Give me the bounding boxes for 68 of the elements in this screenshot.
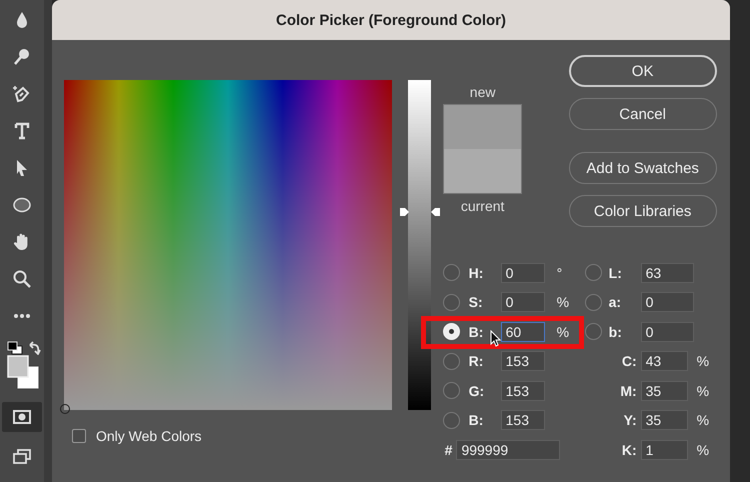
- number-field[interactable]: 0: [500, 292, 545, 312]
- picker-marker[interactable]: [60, 404, 70, 414]
- unit-label: %: [696, 442, 710, 458]
- field-label: Y:: [624, 412, 637, 428]
- unit-label: %: [696, 382, 710, 399]
- number-field[interactable]: 35: [640, 410, 688, 430]
- unit-label: %: [696, 353, 710, 370]
- field-label: M:: [620, 382, 637, 399]
- search-icon: [12, 269, 32, 289]
- number-field[interactable]: 0: [640, 322, 694, 342]
- number-field[interactable]: 0: [500, 262, 545, 283]
- default-colors-icon[interactable]: [7, 341, 25, 355]
- number-field[interactable]: 1: [640, 440, 688, 460]
- number-field[interactable]: 153: [500, 410, 545, 430]
- dialog-button[interactable]: Cancel: [568, 98, 717, 130]
- unit-label: °: [556, 264, 564, 281]
- current-label: current: [460, 198, 504, 214]
- field-label: B:: [468, 324, 484, 340]
- field-label: C:: [622, 353, 637, 370]
- number-field[interactable]: 153: [500, 351, 545, 372]
- color-swatches-icon[interactable]: [7, 355, 39, 389]
- radio-button[interactable]: [584, 323, 602, 340]
- number-field[interactable]: 63: [640, 262, 694, 283]
- slider-track[interactable]: [408, 80, 431, 410]
- pen-icon: [12, 84, 32, 104]
- quick-mask-icon: [12, 407, 32, 427]
- screen-mode-icon: [12, 447, 32, 467]
- field-label: G:: [468, 382, 484, 399]
- unit-label: %: [556, 294, 570, 310]
- ellipse-icon: [12, 195, 32, 215]
- hex-label: #: [444, 442, 452, 458]
- dialog-button[interactable]: OK: [568, 55, 717, 87]
- dodge-icon: [12, 47, 32, 67]
- radio-button[interactable]: [442, 412, 460, 429]
- number-field[interactable]: 43: [640, 351, 688, 372]
- field-label: L:: [608, 264, 622, 281]
- radio-button[interactable]: [442, 264, 460, 282]
- checkbox-label: Only Web Colors: [96, 428, 202, 444]
- type-icon: [12, 121, 32, 141]
- field-label: H:: [468, 264, 484, 281]
- radio-button[interactable]: [584, 294, 602, 311]
- mouse-cursor-icon: [490, 330, 502, 348]
- checkbox[interactable]: [72, 429, 86, 443]
- more-icon: [14, 314, 30, 318]
- field-label: b:: [608, 324, 622, 340]
- number-field[interactable]: 153: [500, 380, 545, 401]
- radio-button[interactable]: [442, 294, 460, 311]
- new-label: new: [470, 84, 496, 100]
- number-field[interactable]: 60: [500, 322, 545, 342]
- mode-button[interactable]: [2, 402, 42, 432]
- dialog-button[interactable]: Add to Swatches: [568, 152, 717, 184]
- dialog-title: Color Picker (Foreground Color): [52, 0, 730, 40]
- field-label: S:: [468, 294, 483, 310]
- unit-label: %: [556, 324, 570, 340]
- swap-icon[interactable]: [29, 341, 41, 355]
- unit-label: %: [696, 412, 710, 428]
- radio-button[interactable]: [442, 352, 460, 370]
- slider-thumb[interactable]: [400, 207, 440, 217]
- number-field[interactable]: 35: [640, 380, 688, 401]
- field-label: K:: [622, 442, 637, 458]
- field-label: B:: [468, 412, 484, 428]
- number-field[interactable]: 0: [640, 292, 694, 312]
- field-label: a:: [608, 294, 622, 310]
- radio-button[interactable]: [442, 382, 460, 400]
- radio-button[interactable]: [584, 264, 602, 282]
- hex-field[interactable]: 999999: [456, 440, 560, 460]
- field-label: R:: [468, 353, 484, 370]
- dialog-button[interactable]: Color Libraries: [568, 195, 717, 227]
